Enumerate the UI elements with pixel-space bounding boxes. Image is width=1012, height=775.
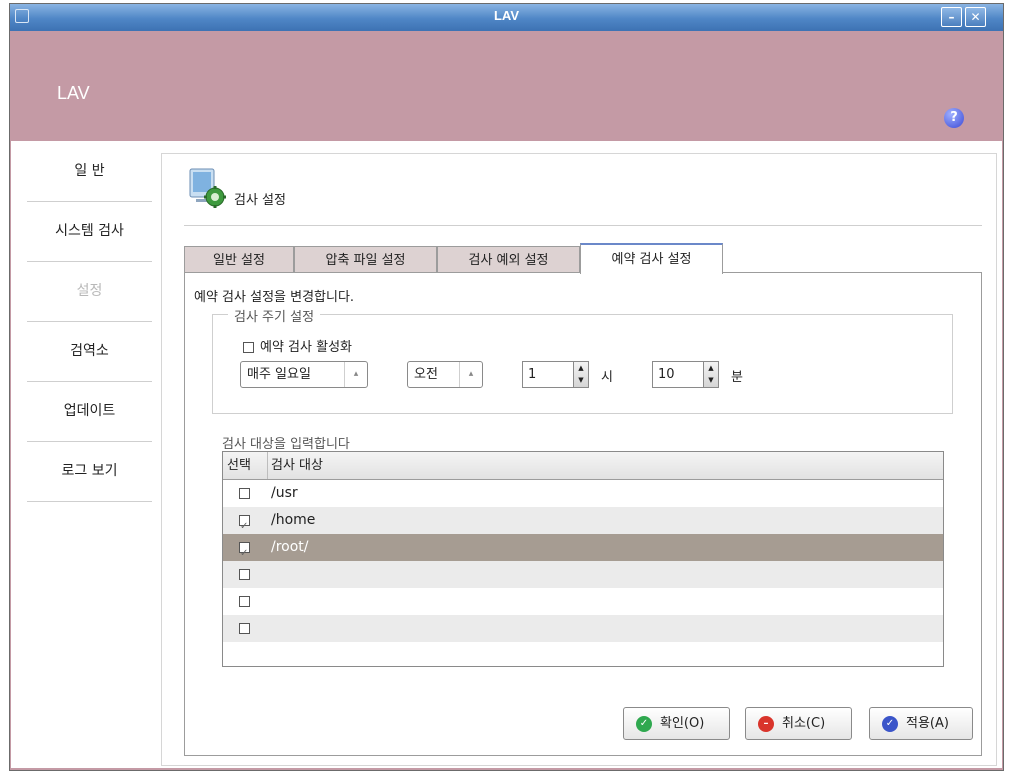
app-window: LAV – ✕ LAV ? 일 반 시스템 검사 설정 검역소 업데이트 로그 … [9,3,1004,771]
minute-stepper[interactable]: 10 ▲ ▼ [652,361,719,388]
table-row[interactable]: /root/ [223,534,943,567]
hour-value: 1 [528,367,537,382]
settings-panel: 검사 설정 일반 설정 압축 파일 설정 검사 예외 설정 예약 검사 설정 예… [161,153,997,766]
schedule-legend: 검사 주기 설정 [228,306,321,325]
row-checkbox[interactable] [239,513,250,540]
row-checkbox[interactable] [239,596,250,607]
table-row[interactable] [223,615,943,642]
header-band: LAV ? [10,31,1003,141]
day-select[interactable]: 매주 일요일 ▴ [240,361,368,388]
title-bar[interactable]: LAV – ✕ [10,4,1003,31]
ampm-select-value: 오전 [414,367,438,382]
help-icon[interactable]: ? [944,108,964,128]
row-checkbox[interactable] [239,623,250,634]
apply-button-label: 적용(A) [906,716,949,731]
updown-icon: ▴ [344,362,367,387]
tab-description: 예약 검사 설정을 변경합니다. [194,290,355,305]
ok-button[interactable]: ✓ 확인(O) [623,707,730,740]
enable-checkbox-box[interactable] [243,342,254,353]
spin-arrows-icon[interactable]: ▲ ▼ [573,362,588,387]
tab-general-settings[interactable]: 일반 설정 [184,246,294,273]
table-header: 선택 검사 대상 [223,452,943,480]
spin-arrows-icon[interactable]: ▲ ▼ [703,362,718,387]
cancel-button[interactable]: – 취소(C) [745,707,852,740]
sidebar-item-general[interactable]: 일 반 [27,141,152,202]
column-select[interactable]: 선택 [227,452,268,479]
window-title: LAV [493,8,520,23]
sidebar-item-update[interactable]: 업데이트 [27,381,152,442]
day-select-value: 매주 일요일 [247,367,311,382]
sidebar-item-quarantine[interactable]: 검역소 [27,321,152,382]
sidebar-item-system-scan[interactable]: 시스템 검사 [27,201,152,262]
tab-exclusion-settings[interactable]: 검사 예외 설정 [437,246,580,273]
table-row[interactable]: /usr [223,480,943,507]
content-area: 일 반 시스템 검사 설정 검역소 업데이트 로그 보기 검사 설정 일반 설정… [11,141,1002,768]
row-checkbox[interactable] [239,540,250,567]
column-target[interactable]: 검사 대상 [271,452,323,479]
hour-stepper[interactable]: 1 ▲ ▼ [522,361,589,388]
table-row[interactable] [223,561,943,588]
hour-unit: 시 [601,370,613,385]
row-path: /usr [271,485,298,501]
minute-unit: 분 [731,370,743,385]
app-brand: LAV [57,83,90,103]
enable-schedule-label: 예약 검사 활성화 [260,340,352,355]
minute-value: 10 [658,367,675,382]
tab-content: 예약 검사 설정을 변경합니다. 검사 주기 설정 예약 검사 활성화 매주 일… [184,272,982,756]
targets-table: 선택 검사 대상 /usr /home /root/ [222,451,944,667]
no-entry-icon: – [758,716,774,732]
cancel-button-label: 취소(C) [782,716,826,731]
monitor-gear-icon [188,167,228,209]
panel-title: 검사 설정 [234,193,286,208]
sidebar-item-log-view[interactable]: 로그 보기 [27,441,152,502]
check-icon: ✓ [636,716,652,732]
table-row[interactable] [223,588,943,615]
apply-button[interactable]: ✓ 적용(A) [869,707,973,740]
apply-check-icon: ✓ [882,716,898,732]
ok-button-label: 확인(O) [660,716,705,731]
header-divider [184,225,982,226]
minimize-button[interactable]: – [941,7,962,27]
row-path: /home [271,512,316,528]
updown-icon: ▴ [459,362,482,387]
sidebar-item-settings[interactable]: 설정 [27,261,152,322]
enable-schedule-checkbox[interactable]: 예약 검사 활성화 [243,336,352,355]
table-row[interactable]: /home [223,507,943,540]
ampm-select[interactable]: 오전 ▴ [407,361,483,388]
row-path: /root/ [271,539,309,555]
targets-label: 검사 대상을 입력합니다 [222,437,350,452]
close-button[interactable]: ✕ [965,7,986,27]
tab-archive-settings[interactable]: 압축 파일 설정 [294,246,437,273]
tab-scheduled-scan-settings[interactable]: 예약 검사 설정 [580,243,723,274]
row-checkbox[interactable] [239,569,250,580]
schedule-group: 검사 주기 설정 예약 검사 활성화 매주 일요일 ▴ 오전 ▴ 1 ▲ ▼ 시… [212,306,953,414]
row-checkbox[interactable] [239,488,250,499]
